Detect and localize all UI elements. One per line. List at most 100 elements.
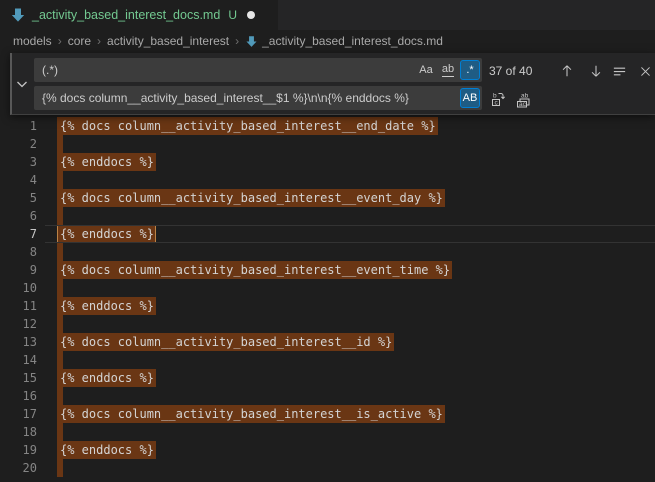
line-number: 5	[0, 189, 37, 207]
breadcrumb-item-file[interactable]: _activity_based_interest_docs.md	[245, 34, 443, 48]
editor-line[interactable]: 3 {% enddocs %}	[0, 153, 655, 171]
line-number: 3	[0, 153, 37, 171]
dirty-indicator-icon[interactable]	[247, 11, 255, 19]
editor-line[interactable]: 5 {% docs column__activity_based_interest…	[0, 189, 655, 207]
editor-line[interactable]: 1{% docs column__activity_based_interest…	[0, 117, 655, 135]
editor-line[interactable]: 16	[0, 387, 655, 405]
line-number: 7	[0, 225, 37, 243]
editor-line[interactable]: 7 {% enddocs %}	[0, 225, 655, 243]
find-match: {% docs column__activity_based_interest_…	[57, 261, 452, 279]
find-match-empty	[57, 459, 63, 477]
svg-text:b: b	[493, 93, 497, 100]
find-match-empty	[57, 315, 63, 333]
next-match-button[interactable]	[587, 62, 605, 80]
arrow-up-icon	[560, 64, 574, 78]
regex-icon: .*	[466, 64, 473, 76]
editor-line[interactable]: 2	[0, 135, 655, 153]
find-match-current: {% enddocs %}	[57, 225, 156, 243]
close-find-widget-button[interactable]	[636, 62, 654, 80]
editor-line[interactable]: 17 {% docs column__activity_based_interes…	[0, 405, 655, 423]
find-match: {% enddocs %}	[57, 441, 156, 459]
line-number: 11	[0, 297, 37, 315]
arrow-down-icon	[589, 64, 603, 78]
editor-line[interactable]: 18	[0, 423, 655, 441]
match-case-icon: Aa	[419, 64, 432, 76]
find-match: {% docs column__activity_based_interest_…	[57, 333, 394, 351]
editor-line[interactable]: 20	[0, 459, 655, 477]
editor-line[interactable]: 8	[0, 243, 655, 261]
replace-toggles: AB	[460, 88, 480, 108]
replace-button[interactable]: b c	[489, 90, 507, 108]
find-in-selection-button[interactable]	[610, 62, 628, 80]
find-match: {% enddocs %}	[57, 297, 156, 315]
find-match: {% docs column__activity_based_interest_…	[57, 117, 438, 135]
find-match-empty	[57, 207, 63, 225]
find-match-empty	[57, 351, 63, 369]
tab-filename: _activity_based_interest_docs.md	[32, 8, 220, 22]
line-number: 12	[0, 315, 37, 333]
regex-toggle[interactable]: .*	[460, 60, 480, 80]
find-match-empty	[57, 423, 63, 441]
replace-all-button[interactable]: ab ac	[514, 90, 532, 108]
editor-tab[interactable]: _activity_based_interest_docs.md U	[0, 0, 278, 30]
line-content	[60, 459, 63, 482]
editor-line[interactable]: 15 {% enddocs %}	[0, 369, 655, 387]
line-content: {% docs column__activity_based_interest_…	[60, 117, 438, 135]
tab-bar: _activity_based_interest_docs.md U	[0, 0, 655, 30]
line-content: {% enddocs %}	[60, 153, 156, 171]
editor-line[interactable]: 14	[0, 351, 655, 369]
editor-line[interactable]: 6	[0, 207, 655, 225]
editor-line[interactable]: 4	[0, 171, 655, 189]
breadcrumb-separator: ›	[58, 34, 62, 48]
line-number: 17	[0, 405, 37, 423]
breadcrumb-separator: ›	[97, 34, 101, 48]
preserve-case-toggle[interactable]: AB	[460, 88, 480, 108]
line-content: {% docs column__activity_based_interest_…	[60, 405, 445, 423]
replace-value-text: {% docs column__activity_based_interest_…	[42, 91, 435, 105]
editor-line[interactable]: 11 {% enddocs %}	[0, 297, 655, 315]
breadcrumb-item-core[interactable]: core	[68, 34, 91, 48]
line-number: 18	[0, 423, 37, 441]
toggle-replace-chevron-icon[interactable]	[14, 76, 30, 92]
breadcrumb-separator: ›	[235, 34, 239, 48]
whole-word-icon: ab	[442, 63, 454, 77]
breadcrumb-item-models[interactable]: models	[13, 34, 52, 48]
find-match: {% enddocs %}	[57, 153, 156, 171]
line-number: 14	[0, 351, 37, 369]
editor-line[interactable]: 19 {% enddocs %}	[0, 441, 655, 459]
find-toggles: Aa ab .*	[416, 60, 480, 80]
editor-line[interactable]: 9{% docs column__activity_based_interest…	[0, 261, 655, 279]
line-number: 8	[0, 243, 37, 261]
editor-line[interactable]: 12	[0, 315, 655, 333]
line-number: 15	[0, 369, 37, 387]
line-content: {% enddocs %}	[60, 297, 156, 315]
previous-match-button[interactable]	[558, 62, 576, 80]
line-content: {% docs column__activity_based_interest_…	[60, 189, 445, 207]
svg-text:ab: ab	[521, 92, 529, 99]
breadcrumb-item-activity-based-interest[interactable]: activity_based_interest	[107, 34, 229, 48]
find-match-empty	[57, 279, 63, 297]
line-content: {% docs column__activity_based_interest_…	[60, 333, 394, 351]
find-match-empty	[57, 243, 63, 261]
svg-text:ac: ac	[519, 101, 527, 108]
find-input[interactable]: (.*) Aa ab .*	[34, 58, 482, 82]
line-number: 19	[0, 441, 37, 459]
editor-line[interactable]: 13{% docs column__activity_based_interes…	[0, 333, 655, 351]
breadcrumb: models › core › activity_based_interest …	[0, 30, 655, 52]
match-case-toggle[interactable]: Aa	[416, 60, 436, 80]
selection-icon	[612, 64, 627, 79]
find-widget: (.*) Aa ab .* 37 of 40 {% docs column__a…	[10, 53, 655, 115]
replace-input[interactable]: {% docs column__activity_based_interest_…	[34, 86, 482, 110]
find-query-text: (.*)	[42, 63, 58, 77]
markdown-file-icon	[10, 7, 26, 23]
line-content: {% enddocs %}	[60, 441, 156, 459]
whole-word-toggle[interactable]: ab	[438, 60, 458, 80]
find-match: {% enddocs %}	[57, 369, 156, 387]
find-match: {% docs column__activity_based_interest_…	[57, 189, 445, 207]
editor-line[interactable]: 10	[0, 279, 655, 297]
find-match: {% docs column__activity_based_interest_…	[57, 405, 445, 423]
editor-lines: 1{% docs column__activity_based_interest…	[0, 117, 655, 477]
line-content: {% enddocs %}	[60, 225, 156, 243]
find-match-empty	[57, 387, 63, 405]
find-match-empty	[57, 135, 63, 153]
